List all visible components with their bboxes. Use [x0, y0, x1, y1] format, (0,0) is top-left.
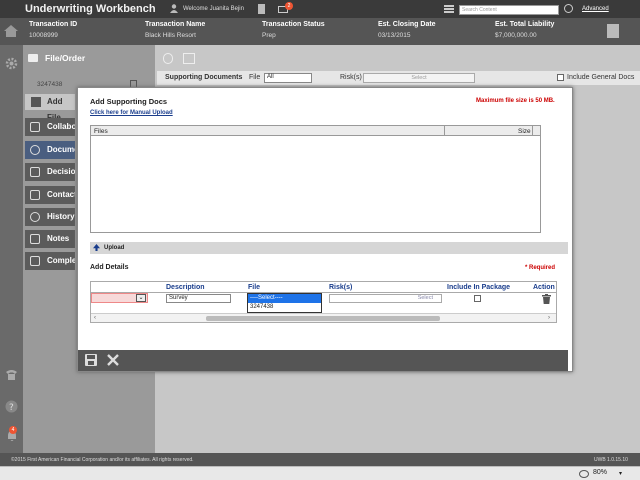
footer: ©2015 First American Financial Corporati… — [0, 453, 640, 466]
gear-icon[interactable] — [5, 57, 18, 70]
version-text: UWB 1.0.15.10 — [594, 457, 628, 463]
include-in-package-checkbox[interactable] — [474, 295, 481, 302]
add-file-button[interactable]: Add File — [25, 94, 75, 122]
checklist-icon — [30, 256, 40, 266]
sidebar-item-decisions[interactable]: Decisio — [25, 163, 75, 181]
sidebar-item-documents[interactable]: Docume — [25, 141, 75, 159]
description-input[interactable]: Survey — [166, 294, 231, 303]
doc-type-select[interactable]: ⌄ — [91, 293, 148, 303]
attach-icon[interactable] — [163, 53, 173, 64]
max-file-size-note: Maximum file size is 50 MB. — [476, 98, 555, 104]
add-details-heading: Add Details — [90, 264, 129, 271]
search-input[interactable]: Search Content — [459, 5, 559, 15]
modal-title: Add Supporting Docs — [90, 97, 168, 106]
copyright-text: ©2015 First American Financial Corporati… — [11, 457, 194, 463]
file-number: 3247438 — [37, 81, 63, 88]
details-grid-header: Description File Risk(s) Include In Pack… — [91, 282, 556, 293]
add-supporting-docs-modal: Add Supporting Docs Maximum file size is… — [77, 87, 573, 372]
upload-icon[interactable] — [93, 244, 100, 251]
collaboration-icon — [30, 122, 40, 132]
sidebar-item-contacts[interactable]: Contact — [25, 186, 75, 204]
top-bar: Underwriting Workbench Welcome Juanita B… — [0, 0, 640, 18]
transaction-bar: Transaction ID 10008999 Transaction Name B… — [0, 18, 640, 45]
risks-filter-select[interactable]: Select — [363, 73, 475, 83]
manual-upload-link[interactable]: Click here for Manual Upload — [90, 110, 173, 116]
advanced-search-link[interactable]: Advanced — [582, 6, 609, 12]
modal-action-bar — [78, 350, 568, 371]
scrollbar-thumb — [206, 316, 440, 321]
help-icon[interactable]: ? — [5, 400, 18, 413]
chevron-down-icon: ⌄ — [136, 294, 146, 302]
menu-icon[interactable] — [444, 5, 454, 13]
include-general-checkbox[interactable] — [557, 74, 564, 81]
svg-text:?: ? — [9, 403, 14, 413]
paperclip-icon — [30, 145, 40, 155]
folder-icon — [28, 54, 38, 62]
gavel-icon — [30, 167, 40, 177]
scroll-right-icon: › — [548, 315, 550, 321]
user-icon — [170, 4, 178, 13]
supporting-docs-filter: Supporting Documents File All Risk(s) Se… — [157, 71, 640, 85]
notes-icon — [30, 234, 40, 244]
sidebar-item-history[interactable]: History — [25, 208, 75, 226]
zoom-level[interactable]: 80% — [593, 469, 607, 476]
total-liability: Est. Total Liability $7,000,000.00 — [495, 21, 555, 39]
zoom-chevron-down-icon[interactable]: ▾ — [619, 470, 622, 477]
phone-icon[interactable] — [5, 369, 18, 380]
left-rail: ? 4 — [0, 45, 23, 453]
sidebar-header: File/Order — [23, 52, 155, 68]
transaction-id: Transaction ID 10008999 — [29, 21, 78, 39]
required-note: * Required — [525, 265, 556, 271]
browser-status-bar: 80% ▾ — [0, 466, 640, 480]
home-icon[interactable] — [4, 25, 18, 37]
edit-icon[interactable] — [607, 24, 619, 38]
alert-badge: 4 — [9, 426, 17, 434]
files-dropzone[interactable]: Files Size — [90, 125, 541, 233]
import-icon[interactable] — [183, 53, 195, 64]
save-icon[interactable] — [85, 354, 97, 366]
file-select-placeholder[interactable]: ----Select---- — [248, 294, 321, 303]
welcome-text: Welcome Juanita Bejin — [183, 6, 244, 12]
transaction-status: Transaction Status Prep — [262, 21, 325, 39]
scroll-left-icon: ‹ — [94, 315, 96, 321]
closing-date: Est. Closing Date 03/13/2015 — [378, 21, 436, 39]
search-icon[interactable] — [564, 4, 573, 13]
transaction-name: Transaction Name Black Hills Resort — [145, 21, 206, 39]
upload-bar: Upload — [90, 242, 568, 254]
app-title: Underwriting Workbench — [25, 3, 156, 15]
contacts-icon — [30, 190, 40, 200]
zoom-icon[interactable] — [579, 470, 589, 478]
file-select-dropdown[interactable]: ----Select---- 3247438 — [247, 293, 322, 313]
trash-icon[interactable] — [542, 294, 551, 304]
close-icon[interactable] — [107, 354, 119, 366]
sidebar-item-notes[interactable]: Notes — [25, 230, 75, 248]
file-option[interactable]: 3247438 — [248, 303, 321, 312]
content-toolbar — [155, 51, 640, 67]
horizontal-scrollbar[interactable]: ‹ › — [91, 313, 556, 322]
upload-button[interactable]: Upload — [104, 245, 124, 251]
risk-select[interactable]: Select — [329, 294, 442, 303]
bookmark-icon[interactable] — [258, 4, 265, 14]
file-filter-select[interactable]: All — [264, 73, 312, 83]
files-table-header: Files Size — [91, 126, 540, 136]
details-grid: Description File Risk(s) Include In Pack… — [90, 281, 557, 323]
notification-badge: 2 — [285, 2, 293, 10]
sidebar-item-collaboration[interactable]: Collabo — [25, 118, 75, 136]
sidebar-item-complete[interactable]: Comple — [25, 252, 75, 270]
add-file-icon — [31, 97, 41, 107]
clock-icon — [30, 212, 40, 222]
